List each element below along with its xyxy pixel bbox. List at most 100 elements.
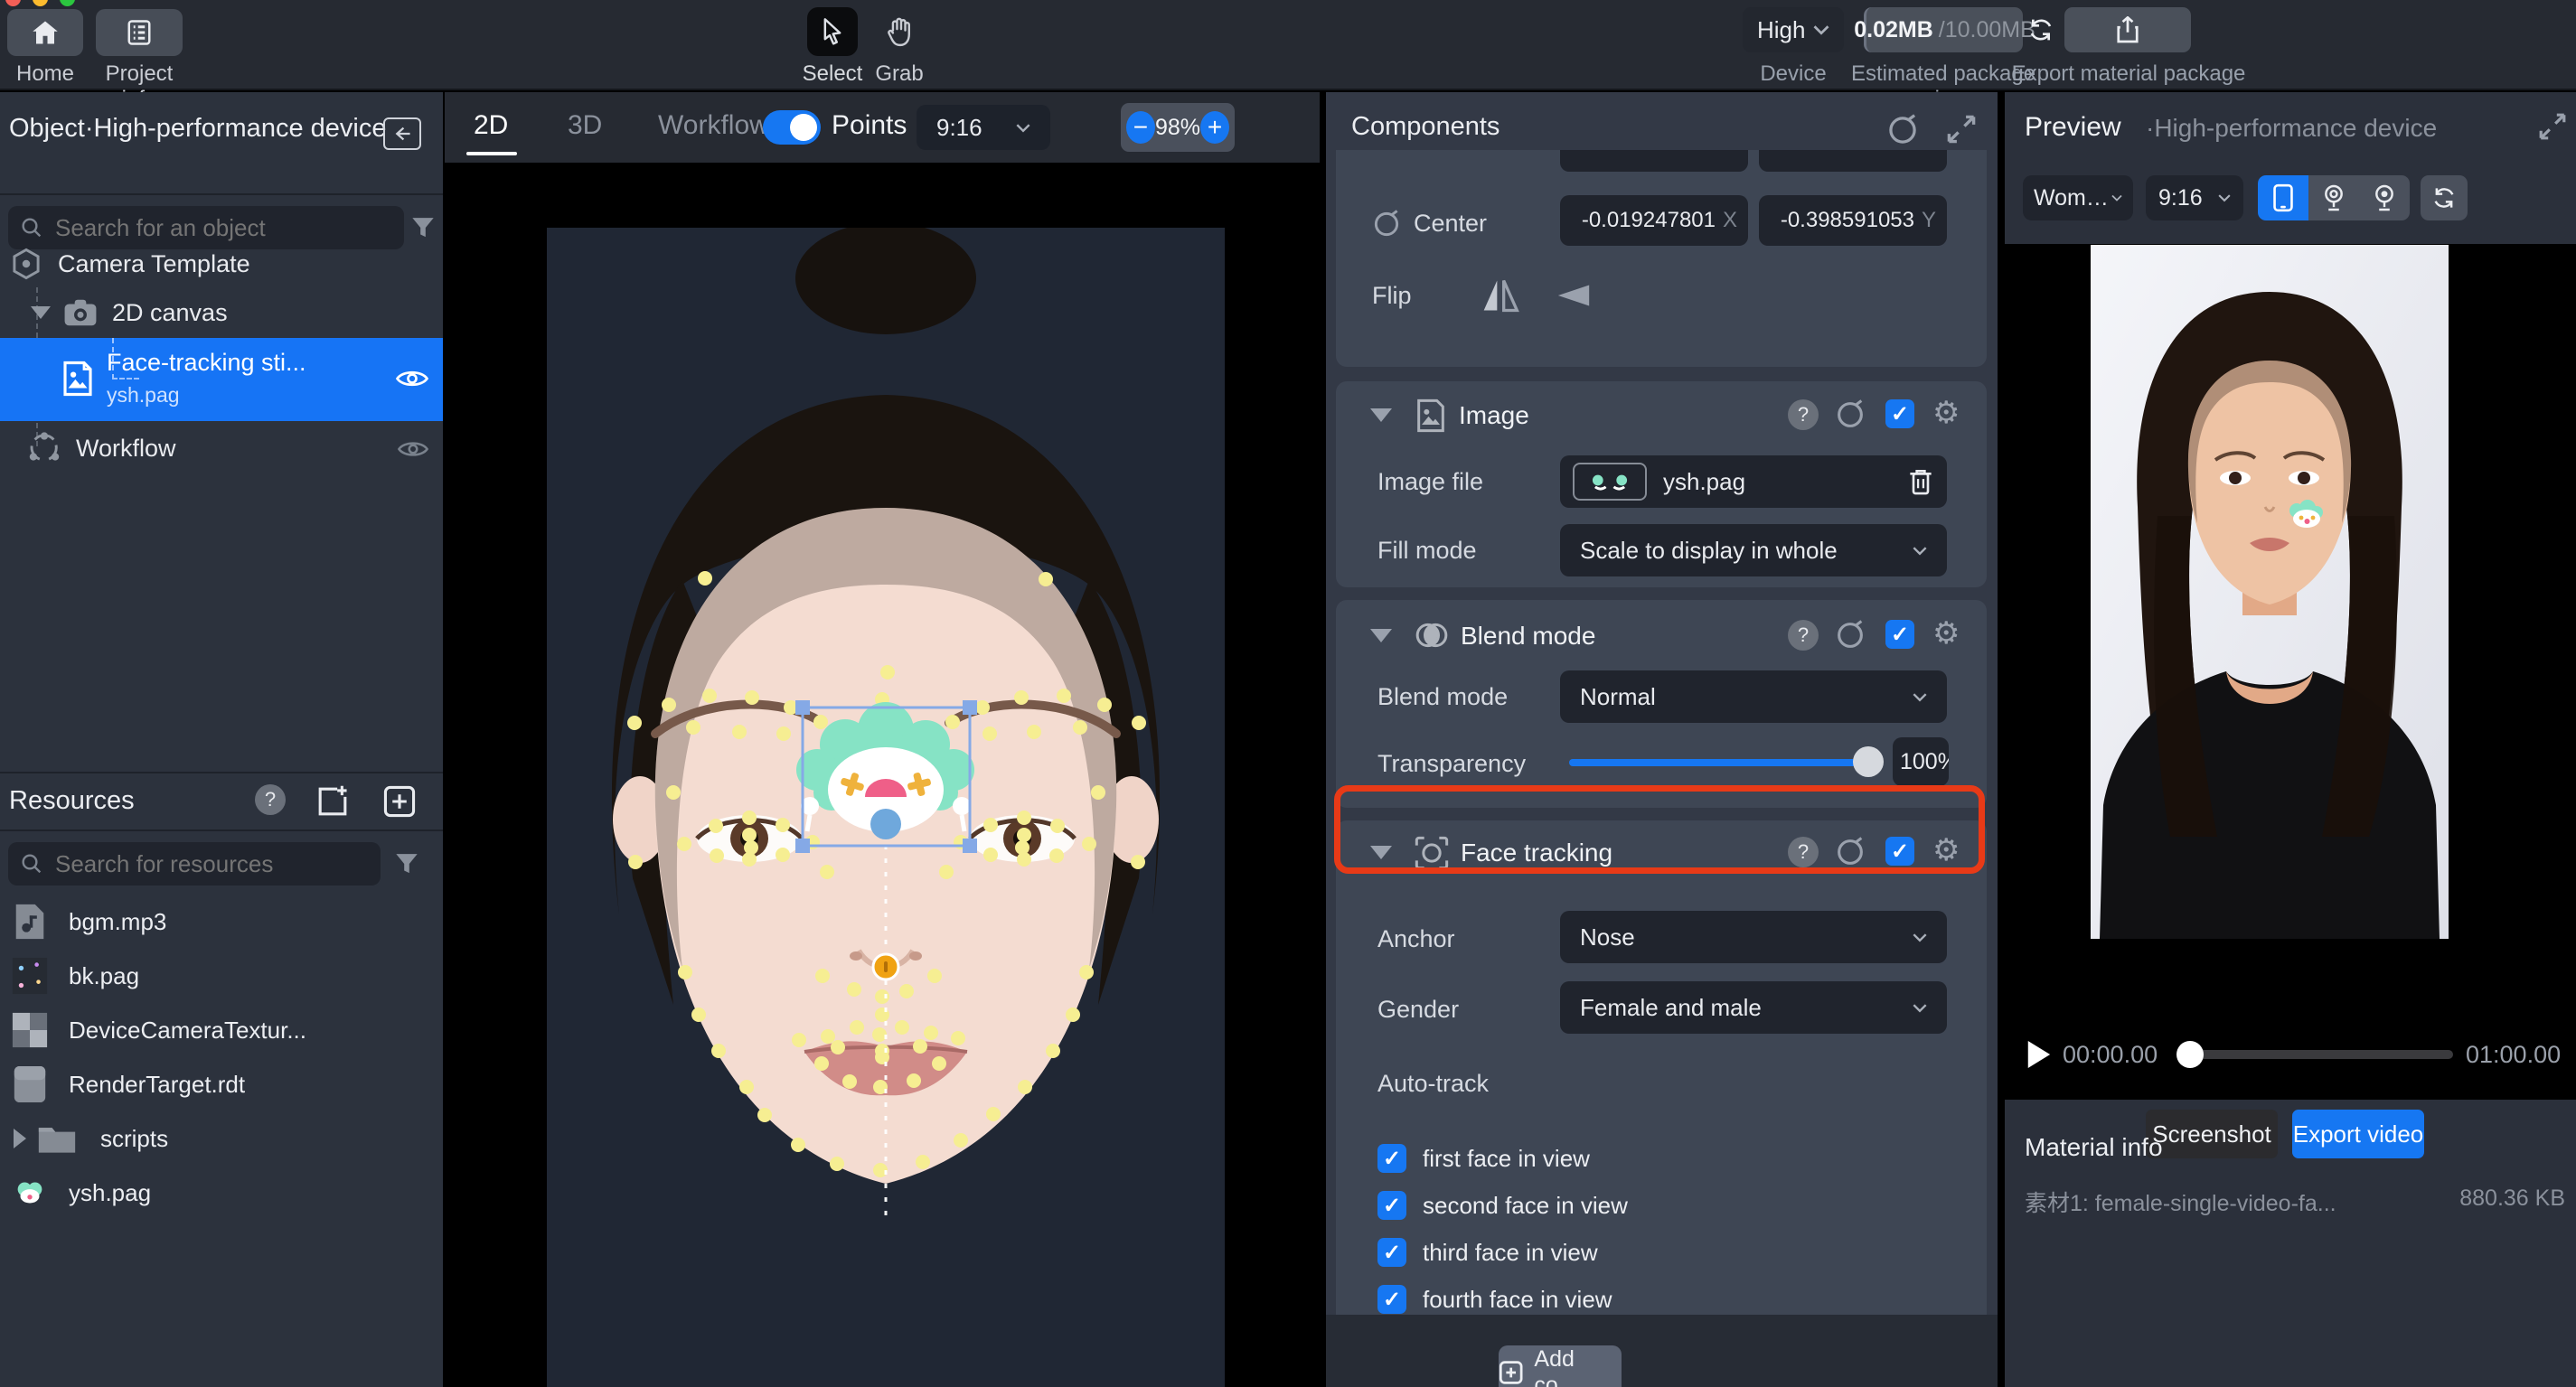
- clipped-input-x[interactable]: [1560, 150, 1748, 172]
- fill-mode-dropdown[interactable]: Scale to display in whole: [1560, 524, 1947, 576]
- new-folder-icon[interactable]: [315, 784, 350, 819]
- canvas-ratio-dropdown[interactable]: 9:16: [917, 105, 1050, 150]
- image-reset-icon[interactable]: [1835, 399, 1866, 430]
- tree-item-workflow[interactable]: Workflow: [0, 423, 443, 473]
- expand-panel-icon[interactable]: [2538, 112, 2567, 141]
- source-camera-2-button[interactable]: [2359, 175, 2410, 220]
- traffic-light-zoom[interactable]: [60, 0, 75, 6]
- project-info-button[interactable]: [96, 9, 183, 56]
- eye-visible-icon[interactable]: [398, 438, 428, 460]
- canvas-artboard[interactable]: [547, 228, 1225, 1387]
- select-tool-label: Select: [795, 61, 870, 87]
- source-device-button[interactable]: [2258, 175, 2308, 220]
- resource-item-bk[interactable]: bk.pag: [0, 952, 443, 999]
- image-settings-icon[interactable]: ⚙: [1932, 398, 1960, 428]
- blend-reset-icon[interactable]: [1835, 620, 1866, 651]
- auto-track-option-4[interactable]: ✓ fourth face in view: [1377, 1285, 1612, 1314]
- preview-ratio-dropdown[interactable]: 9:16: [2146, 175, 2243, 220]
- add-component-button[interactable]: Add co...: [1499, 1345, 1622, 1387]
- play-button[interactable]: [2025, 1039, 2052, 1070]
- tab-3d[interactable]: 3D: [568, 110, 602, 141]
- center-x-input[interactable]: -0.019247801 X: [1560, 195, 1748, 246]
- face-tracking-settings-icon[interactable]: ⚙: [1932, 835, 1960, 866]
- checkbox-checked[interactable]: ✓: [1377, 1191, 1406, 1220]
- auto-track-option-2[interactable]: ✓ second face in view: [1377, 1191, 1628, 1220]
- resources-filter-icon[interactable]: [394, 851, 419, 876]
- canvas-viewport[interactable]: [445, 163, 1320, 1387]
- resources-search[interactable]: [8, 842, 381, 886]
- gender-dropdown[interactable]: Female and male: [1560, 981, 1947, 1034]
- package-refresh-button[interactable]: [2025, 7, 2057, 52]
- panel-collapse-icon[interactable]: [383, 117, 421, 150]
- flip-horizontal-icon[interactable]: [1481, 276, 1520, 314]
- export-video-button[interactable]: Export video: [2292, 1110, 2424, 1158]
- zoom-in-button[interactable]: +: [1200, 111, 1229, 144]
- points-toggle[interactable]: [763, 110, 821, 145]
- reset-all-icon[interactable]: [1886, 114, 1919, 146]
- zoom-out-button[interactable]: −: [1126, 111, 1155, 144]
- expand-panel-icon[interactable]: [1946, 114, 1977, 145]
- eye-visible-icon[interactable]: [396, 367, 428, 390]
- checkbox-checked[interactable]: ✓: [1377, 1144, 1406, 1173]
- preview-refresh-button[interactable]: [2421, 175, 2468, 220]
- resource-item-device-camera-texture[interactable]: DeviceCameraTextur...: [0, 1007, 443, 1054]
- auto-track-option-1[interactable]: ✓ first face in view: [1377, 1144, 1590, 1173]
- preview-model-dropdown[interactable]: Woman...: [2023, 175, 2133, 220]
- flip-vertical-icon[interactable]: [1555, 276, 1593, 314]
- transparency-value[interactable]: 100%: [1893, 737, 1949, 786]
- blend-mode-dropdown[interactable]: Normal: [1560, 670, 1947, 723]
- face-tracking-reset-icon[interactable]: [1835, 837, 1866, 867]
- device-quality-dropdown[interactable]: High: [1743, 7, 1844, 52]
- export-package-button[interactable]: [2064, 7, 2191, 52]
- tree-item-face-tracking-sticker[interactable]: Face-tracking sti... ysh.pag: [0, 338, 443, 421]
- seek-knob[interactable]: [2176, 1041, 2204, 1068]
- transparency-slider[interactable]: [1569, 759, 1867, 766]
- folder-expander-icon[interactable]: [14, 1129, 26, 1148]
- tab-2d[interactable]: 2D: [474, 110, 508, 141]
- source-camera-1-button[interactable]: [2308, 175, 2359, 220]
- center-y-input[interactable]: -0.398591053 Y: [1759, 195, 1947, 246]
- image-file-field[interactable]: ysh.pag: [1560, 455, 1947, 508]
- resource-item-scripts[interactable]: scripts: [0, 1115, 443, 1162]
- transparency-slider-knob[interactable]: [1853, 746, 1884, 777]
- clipped-input-y[interactable]: [1759, 150, 1947, 172]
- face-tracking-help-icon[interactable]: ?: [1788, 837, 1819, 867]
- face-tracking-enabled-checkbox[interactable]: ✓: [1885, 837, 1914, 866]
- chevron-down-icon: [2111, 193, 2122, 202]
- checkbox-checked[interactable]: ✓: [1377, 1285, 1406, 1314]
- traffic-light-minimize[interactable]: [33, 0, 48, 6]
- tree-item-2d-canvas[interactable]: 2D canvas: [0, 289, 443, 336]
- image-help-icon[interactable]: ?: [1788, 399, 1819, 430]
- folder-icon: [37, 1122, 77, 1155]
- resource-item-ysh[interactable]: ysh.pag: [0, 1169, 443, 1216]
- add-resource-icon[interactable]: [382, 784, 417, 819]
- blend-enabled-checkbox[interactable]: ✓: [1885, 620, 1914, 649]
- traffic-light-close[interactable]: [5, 0, 21, 6]
- auto-track-option-3[interactable]: ✓ third face in view: [1377, 1238, 1598, 1267]
- seek-bar[interactable]: [2182, 1050, 2453, 1059]
- grab-tool-button[interactable]: [879, 11, 920, 52]
- resources-search-input[interactable]: [53, 849, 343, 879]
- blend-settings-icon[interactable]: ⚙: [1932, 618, 1960, 649]
- object-filter-icon[interactable]: [410, 215, 436, 240]
- home-button[interactable]: [7, 9, 83, 56]
- resource-item-bgm[interactable]: bgm.mp3: [0, 898, 443, 945]
- components-scroll-area[interactable]: Center -0.019247801 X -0.398591053 Y Fli…: [1326, 150, 1998, 1315]
- trash-icon[interactable]: [1907, 467, 1934, 496]
- section-expander-icon[interactable]: [1370, 408, 1392, 422]
- checkbox-checked[interactable]: ✓: [1377, 1238, 1406, 1267]
- tree-item-camera-template[interactable]: Camera Template: [0, 241, 443, 286]
- tree-expander-icon[interactable]: [31, 306, 51, 319]
- reset-center-icon[interactable]: [1372, 210, 1401, 239]
- section-expander-icon[interactable]: [1370, 846, 1392, 859]
- tree-label: Face-tracking sti...: [107, 349, 369, 377]
- screenshot-button[interactable]: Screenshot: [2146, 1110, 2278, 1158]
- image-enabled-checkbox[interactable]: ✓: [1885, 399, 1914, 428]
- select-tool-button[interactable]: [807, 7, 858, 56]
- object-search-input[interactable]: [53, 213, 361, 243]
- blend-help-icon[interactable]: ?: [1788, 620, 1819, 651]
- anchor-dropdown[interactable]: Nose: [1560, 911, 1947, 963]
- section-expander-icon[interactable]: [1370, 629, 1392, 642]
- resources-help-icon[interactable]: ?: [255, 784, 286, 815]
- resource-item-render-target[interactable]: RenderTarget.rdt: [0, 1061, 443, 1108]
